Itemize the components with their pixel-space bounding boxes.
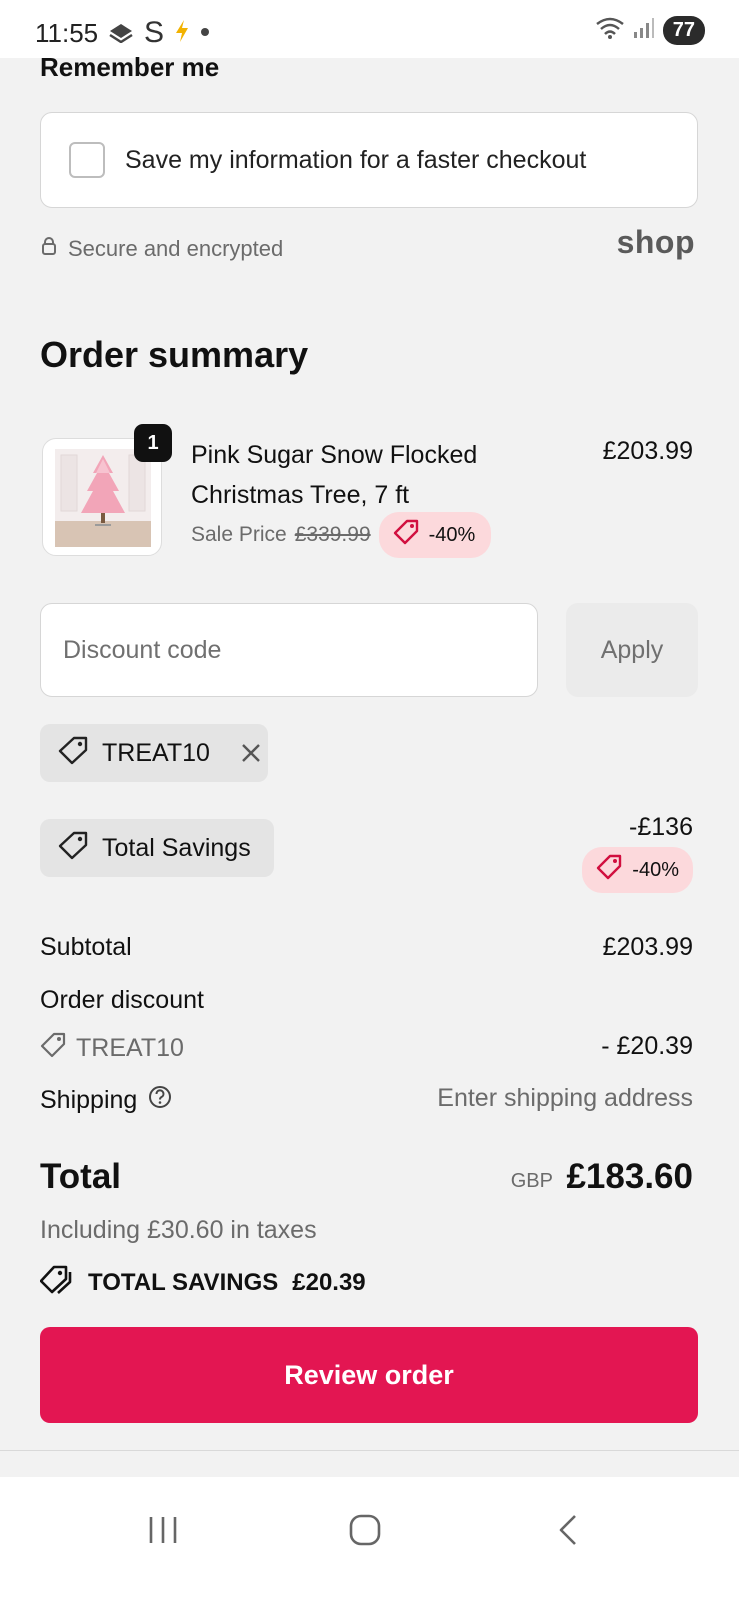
tag-icon	[56, 735, 90, 772]
save-info-option[interactable]: Save my information for a faster checkou…	[40, 112, 698, 208]
system-nav-bar	[0, 1477, 739, 1600]
original-price: £339.99	[294, 523, 371, 546]
order-discount-label: Order discount	[40, 986, 204, 1014]
remember-me-heading: Remember me	[40, 52, 220, 82]
apply-button[interactable]: Apply	[566, 603, 698, 697]
dot-icon	[200, 24, 210, 42]
shop-logo: shop	[616, 224, 695, 260]
status-time: 11:55	[35, 18, 99, 48]
home-icon[interactable]	[335, 1505, 395, 1555]
total-savings-summary: TOTAL SAVINGS £20.39	[39, 1264, 366, 1301]
order-discount-value: - £20.39	[601, 1032, 693, 1060]
shipping-label: Shipping	[40, 1086, 138, 1114]
total-savings-label: Total Savings	[102, 833, 251, 862]
sale-price-label: Sale Price	[191, 523, 287, 546]
subtotal-label: Subtotal	[40, 933, 132, 961]
total-savings-summary-label: TOTAL SAVINGS	[88, 1268, 279, 1296]
sale-price-row: Sale Price £339.99 -40%	[191, 512, 492, 558]
save-info-label[interactable]: Save my information for a faster checkou…	[125, 146, 586, 175]
divider	[0, 1450, 739, 1451]
battery-icon: 77	[662, 16, 705, 45]
status-system-icons: 77	[595, 16, 705, 45]
s-app-icon: S	[144, 16, 165, 49]
help-icon[interactable]	[147, 1084, 173, 1117]
total-savings-amount: -£136	[629, 813, 693, 841]
total-savings-percent: -40%	[632, 858, 679, 881]
remove-code-button[interactable]	[240, 742, 262, 764]
total-currency: GBP	[510, 1170, 553, 1192]
wifi-icon	[595, 16, 625, 45]
signal-icon	[633, 16, 655, 45]
tag-icon	[56, 830, 90, 867]
discount-percent: -40%	[428, 523, 476, 546]
total-savings-percent-badge: -40%	[582, 847, 693, 893]
tag-icon	[393, 519, 419, 551]
product-price: £203.99	[602, 437, 693, 465]
order-summary-heading: Order summary	[40, 334, 309, 375]
bolt-icon	[174, 19, 190, 48]
quantity-badge: 1	[134, 424, 172, 462]
product-image	[55, 449, 151, 547]
tag-icon	[40, 1032, 66, 1065]
shipping-value: Enter shipping address	[437, 1084, 693, 1112]
discount-code-input[interactable]	[40, 603, 538, 697]
taxes-note: Including £30.60 in taxes	[40, 1216, 317, 1244]
save-info-checkbox[interactable]	[69, 142, 105, 178]
discount-percent-badge: -40%	[378, 512, 492, 558]
review-order-button[interactable]: Review order	[40, 1327, 698, 1423]
recent-apps-icon[interactable]	[133, 1505, 193, 1555]
applied-code-chip: TREAT10	[40, 724, 268, 782]
back-icon[interactable]	[538, 1505, 598, 1555]
total-savings-chip: Total Savings	[40, 819, 274, 877]
subtotal-value: £203.99	[602, 933, 693, 961]
applied-code: TREAT10	[102, 738, 210, 767]
double-tag-icon	[39, 1264, 74, 1301]
status-notification-icons: S	[108, 16, 210, 50]
order-discount-code-row: TREAT10	[40, 1032, 184, 1065]
total-label: Total	[40, 1157, 122, 1196]
total-value: £183.60	[566, 1157, 693, 1196]
secure-text: Secure and encrypted	[68, 236, 284, 261]
stack-icon	[108, 19, 134, 48]
total-savings-summary-value: £20.39	[292, 1268, 366, 1296]
product-name: Pink Sugar Snow Flocked Christmas Tree, …	[191, 441, 478, 509]
tag-icon	[596, 854, 622, 886]
order-discount-code: TREAT10	[76, 1034, 184, 1062]
shipping-row: Shipping	[40, 1084, 173, 1117]
lock-icon	[40, 236, 58, 262]
status-bar: 11:55 S 77	[0, 0, 739, 58]
secure-notice: Secure and encrypted	[40, 236, 283, 262]
